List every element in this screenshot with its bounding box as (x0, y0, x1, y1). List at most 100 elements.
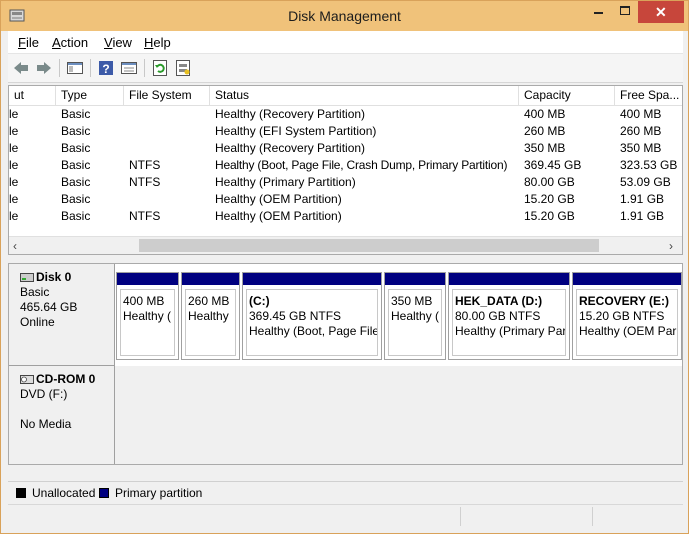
table-row[interactable]: le Basic Healthy (Recovery Partition) 40… (9, 106, 682, 123)
scrollbar-thumb[interactable] (139, 239, 599, 252)
partition-block[interactable]: 400 MB Healthy ( (116, 272, 179, 360)
primary-partition-bar (573, 273, 681, 285)
toolbar-separator (90, 59, 91, 77)
rescan-disks-icon[interactable] (174, 59, 192, 77)
partition-info: 260 MB Healthy (185, 289, 236, 356)
cd-rom-0-state: No Media (20, 417, 72, 431)
cd-rom-0-name-row: CD-ROM 0 (20, 372, 114, 387)
show-hide-console-tree-icon[interactable] (66, 59, 84, 77)
partition-block[interactable]: RECOVERY (E:) 15.20 GB NTFS Healthy (OEM… (572, 272, 682, 360)
cell-layout: le (9, 141, 19, 155)
status-pane (592, 507, 683, 526)
cell-file-system: NTFS (129, 175, 161, 189)
cell-capacity: 260 MB (524, 124, 566, 138)
table-row[interactable]: le Basic Healthy (OEM Partition) 15.20 G… (9, 191, 682, 208)
table-row[interactable]: le Basic NTFS Healthy (OEM Partition) 15… (9, 208, 682, 225)
partition-name: RECOVERY (E:) (579, 294, 670, 308)
status-pane (460, 507, 592, 526)
cell-free-space: 1.91 GB (620, 192, 665, 206)
primary-partition-bar (385, 273, 445, 285)
disk-0-label[interactable]: Disk 0 Basic 465.64 GB Online (9, 264, 115, 366)
cd-rom-0-media-area[interactable] (115, 366, 682, 464)
cell-file-system: NTFS (129, 209, 161, 223)
column-header-layout[interactable]: ut (9, 86, 56, 105)
column-header-free-space[interactable]: Free Spa... (615, 86, 682, 105)
partition-status: Healthy ( (391, 309, 440, 323)
column-header-file-system[interactable]: File System (124, 86, 210, 105)
cell-status: Healthy (OEM Partition) (215, 192, 342, 206)
primary-partition-bar (449, 273, 569, 285)
partition-block[interactable]: 350 MB Healthy ( (384, 272, 446, 360)
cell-free-space: 1.91 GB (620, 209, 665, 223)
cell-status: Healthy (Recovery Partition) (215, 141, 366, 155)
cell-type: Basic (61, 192, 91, 206)
partition-size: 15.20 GB NTFS (579, 309, 665, 323)
cell-layout: le (9, 124, 19, 138)
partition-block[interactable]: 260 MB Healthy (181, 272, 240, 360)
menu-help[interactable]: Help (144, 35, 171, 50)
partition-status: Healthy (Boot, Page File (249, 324, 378, 338)
scroll-right-icon[interactable]: › (669, 239, 673, 253)
primary-partition-bar (117, 273, 178, 285)
back-arrow-icon[interactable] (12, 59, 30, 77)
table-row[interactable]: le Basic Healthy (EFI System Partition) … (9, 123, 682, 140)
partition-block[interactable]: HEK_DATA (D:) 80.00 GB NTFS Healthy (Pri… (448, 272, 570, 360)
cell-layout: le (9, 209, 19, 223)
cell-status: Healthy (Recovery Partition) (215, 107, 366, 121)
column-header-type[interactable]: Type (56, 86, 124, 105)
partition-status: Healthy (Primary Par (455, 324, 566, 338)
cd-rom-0-size (20, 402, 114, 417)
horizontal-scrollbar[interactable]: ‹ › (9, 236, 682, 254)
disk-0-name: Disk 0 (36, 270, 72, 284)
partition-info: 350 MB Healthy ( (388, 289, 442, 356)
cell-type: Basic (61, 124, 91, 138)
table-row[interactable]: le Basic NTFS Healthy (Primary Partition… (9, 174, 682, 191)
forward-arrow-icon[interactable] (35, 59, 53, 77)
title-bar[interactable]: Disk Management ✕ (1, 1, 688, 31)
cell-capacity: 15.20 GB (524, 209, 575, 223)
partition-size: 350 MB (391, 294, 433, 308)
help-icon[interactable]: ? (97, 59, 115, 77)
cell-status: Healthy (OEM Partition) (215, 209, 342, 223)
cell-status: Healthy (Boot, Page File, Crash Dump, Pr… (215, 158, 508, 172)
legend-primary-partition: Primary partition (99, 486, 202, 500)
menu-view-label: iew (112, 35, 132, 50)
unallocated-swatch (16, 488, 26, 498)
column-header-capacity[interactable]: Capacity (519, 86, 615, 105)
menu-help-hotkey: H (144, 35, 154, 50)
minimize-icon (594, 12, 603, 14)
menu-view[interactable]: View (104, 35, 132, 50)
close-button[interactable]: ✕ (638, 1, 684, 23)
column-header-status[interactable]: Status (210, 86, 519, 105)
cd-rom-0-label[interactable]: CD-ROM 0 DVD (F:) No Media (9, 366, 115, 464)
menu-file-hotkey: F (18, 35, 26, 50)
maximize-button[interactable] (612, 1, 638, 23)
menu-action-hotkey: A (52, 35, 61, 50)
status-bar (8, 504, 683, 529)
properties-icon[interactable] (120, 59, 138, 77)
partition-status: Healthy ( (123, 309, 172, 323)
scroll-left-icon[interactable]: ‹ (13, 239, 17, 253)
partition-block[interactable]: (C:) 369.45 GB NTFS Healthy (Boot, Page … (242, 272, 382, 360)
cell-layout: le (9, 107, 19, 121)
table-row[interactable]: le Basic NTFS Healthy (Boot, Page File, … (9, 157, 682, 174)
menu-file[interactable]: File (18, 35, 39, 50)
close-icon: ✕ (655, 4, 667, 20)
menu-action[interactable]: Action (52, 35, 88, 50)
primary-partition-bar (182, 273, 239, 285)
partition-size: 400 MB (123, 294, 165, 308)
minimize-button[interactable] (586, 1, 612, 23)
refresh-icon[interactable] (151, 59, 169, 77)
primary-partition-bar (243, 273, 381, 285)
toolbar-separator (144, 59, 145, 77)
disk-0-state: Online (20, 315, 55, 329)
partition-name: (C:) (249, 294, 270, 308)
cell-free-space: 350 MB (620, 141, 662, 155)
table-row[interactable]: le Basic Healthy (Recovery Partition) 35… (9, 140, 682, 157)
legend: Unallocated Primary partition (8, 481, 683, 503)
legend-primary-partition-label: Primary partition (115, 486, 203, 500)
cell-file-system: NTFS (129, 158, 161, 172)
menu-action-label: ction (60, 35, 89, 50)
disk-management-window: Disk Management ✕ File Action View Help … (0, 0, 689, 534)
partition-status: Healthy (188, 309, 229, 323)
